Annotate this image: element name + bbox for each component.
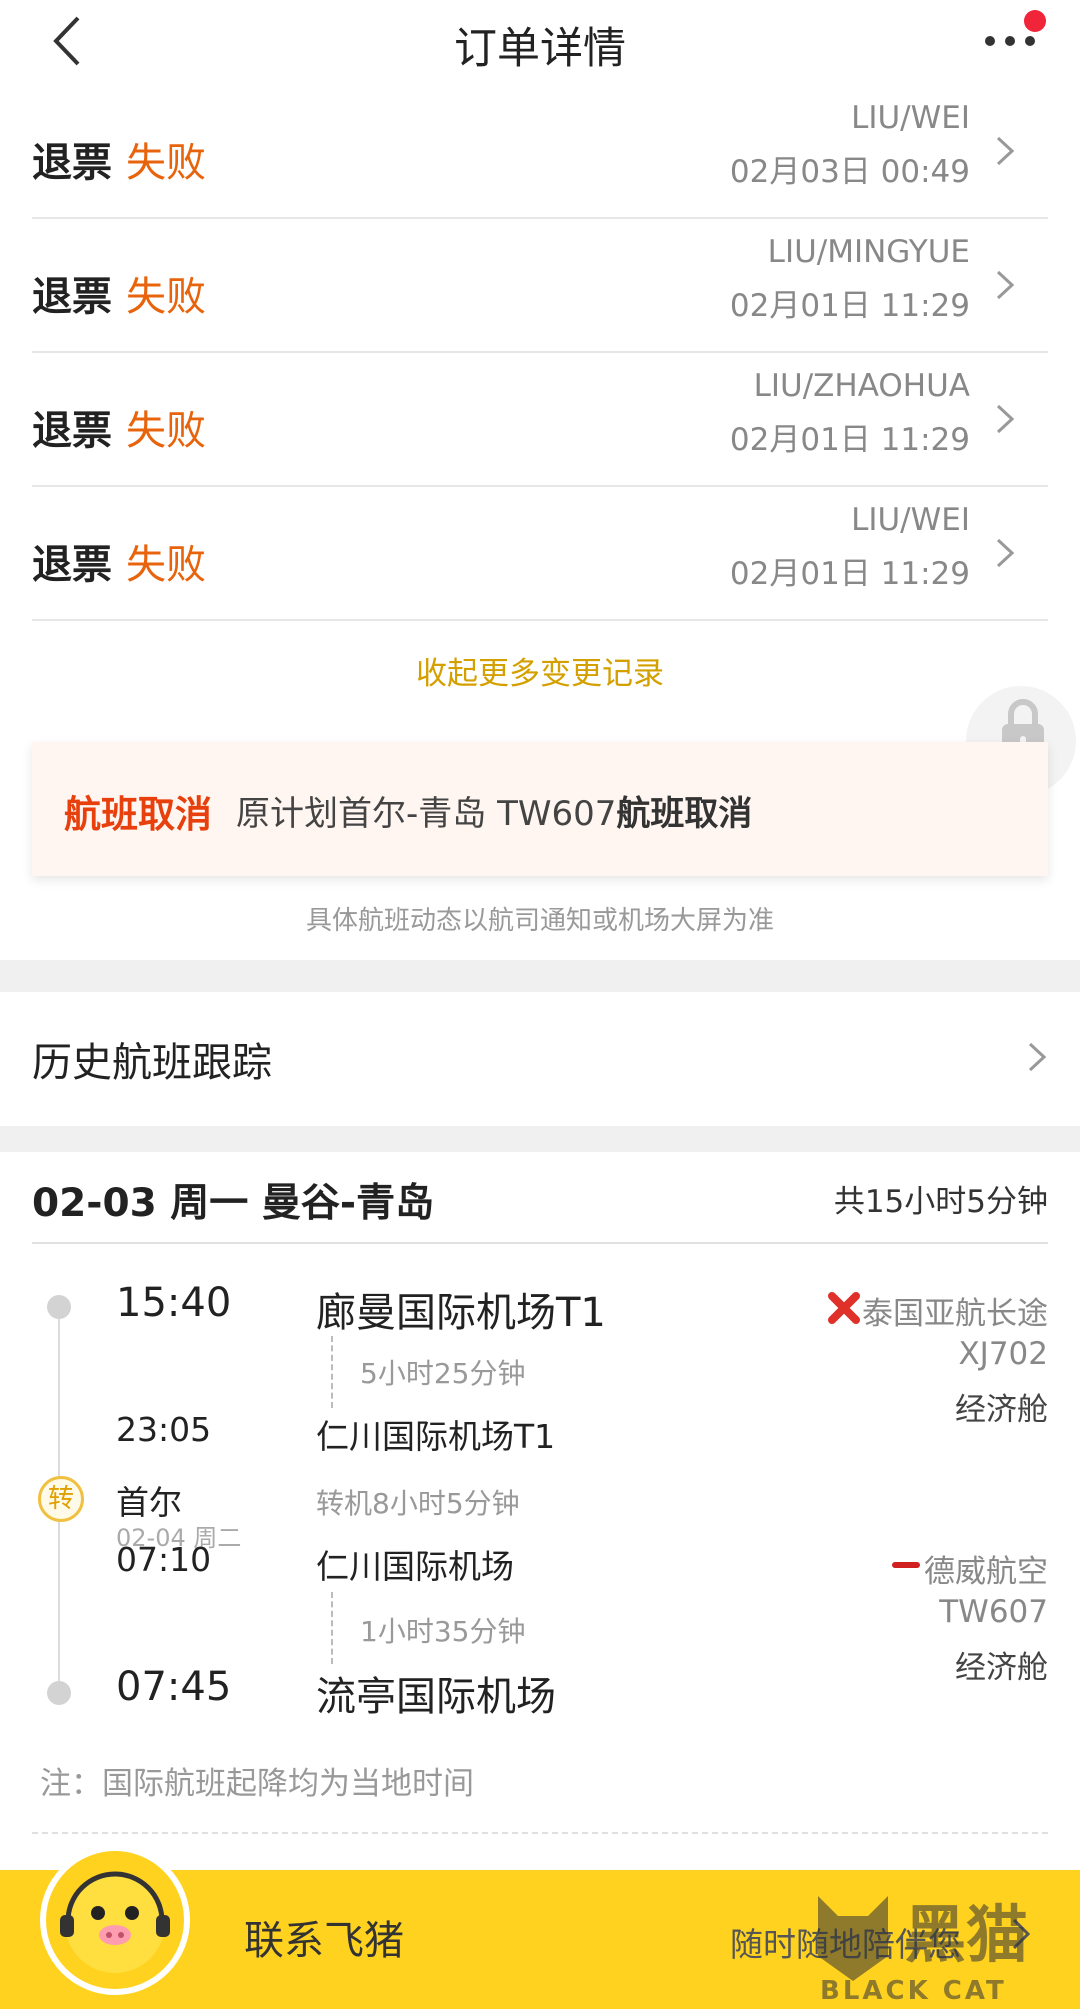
contact-fliggy-label: 联系飞猪 — [244, 1918, 404, 1964]
transfer-duration: 转机8小时5分钟 — [316, 1487, 520, 1520]
airasia-logo-icon — [828, 1292, 860, 1324]
arrival-time: 23:05 — [116, 1410, 212, 1449]
cancel-message: 原计划首尔-青岛 TW607航班取消 — [236, 794, 753, 834]
refund-record-row[interactable]: 退票 失败 LIU/MINGYUE 02月01日 11:29 — [32, 218, 1048, 353]
chevron-right-icon — [996, 538, 1014, 568]
refund-record-row[interactable]: 退票 失败 LIU/WEI 02月03日 00:49 — [32, 84, 1048, 219]
blackcat-logo-icon — [818, 1896, 888, 1981]
chevron-right-icon — [996, 136, 1014, 166]
arrival-airport: 流亭国际机场 — [316, 1674, 556, 1720]
chevron-right-icon — [1028, 1042, 1046, 1072]
record-time: 02月03日 00:49 — [729, 154, 970, 190]
page-title: 订单详情 — [454, 24, 626, 74]
passenger-name: LIU/WEI — [851, 502, 970, 538]
departure-time: 15:40 — [116, 1280, 232, 1326]
cabin-class: 经济舱 — [955, 1392, 1048, 1428]
refund-record-row[interactable]: 退票 失败 LIU/ZHAOHUA 02月01日 11:29 — [32, 352, 1048, 487]
chevron-right-icon — [996, 404, 1014, 434]
tway-logo-icon — [892, 1562, 920, 1568]
watermark-subtext: BLACK CAT — [820, 1976, 1007, 2006]
collapse-records-link[interactable]: 收起更多变更记录 — [0, 648, 1080, 693]
trip-divider — [32, 1242, 1048, 1244]
record-time: 02月01日 11:29 — [729, 556, 970, 592]
passenger-name: LIU/MINGYUE — [767, 234, 970, 270]
top-bar: 订单详情 — [0, 0, 1080, 82]
arrival-time: 07:45 — [116, 1664, 232, 1710]
flight-number: TW607 — [939, 1594, 1048, 1630]
notification-dot — [1024, 10, 1046, 32]
trip-total-duration: 共15小时5分钟 — [833, 1184, 1048, 1220]
chevron-right-icon — [996, 270, 1014, 300]
refund-status: 失败 — [126, 140, 206, 186]
dashed-divider — [32, 1832, 1048, 1834]
refund-label: 退票 — [32, 274, 112, 320]
airline-name: 德威航空 — [924, 1554, 1048, 1590]
notice-footnote: 具体航班动态以航司通知或机场大屏为准 — [305, 906, 774, 936]
refund-label: 退票 — [32, 542, 112, 588]
timeline-start-dot — [47, 1295, 71, 1319]
refund-status: 失败 — [126, 408, 206, 454]
flight-number: XJ702 — [958, 1336, 1048, 1372]
section-divider — [0, 960, 1080, 992]
blackcat-watermark: 黑猫 BLACK CAT — [800, 1880, 1080, 2009]
transfer-icon: 转 — [38, 1476, 84, 1522]
watermark-text: 黑猫 — [904, 1898, 1029, 1971]
passenger-name: LIU/WEI — [851, 100, 970, 136]
flight-duration-line — [331, 1336, 333, 1408]
transfer-city: 首尔 — [116, 1483, 182, 1522]
cabin-class: 经济舱 — [955, 1650, 1048, 1686]
departure-airport: 廊曼国际机场T1 — [316, 1290, 606, 1336]
departure-airport: 仁川国际机场 — [316, 1547, 514, 1586]
passenger-name: LIU/ZHAOHUA — [753, 368, 970, 404]
refund-status: 失败 — [126, 274, 206, 320]
mascot-face-icon — [60, 1871, 170, 1973]
record-time: 02月01日 11:29 — [729, 288, 970, 324]
section-divider — [0, 1126, 1080, 1152]
arrival-airport: 仁川国际机场T1 — [316, 1417, 556, 1456]
record-time: 02月01日 11:29 — [729, 422, 970, 458]
refund-status: 失败 — [126, 542, 206, 588]
history-tracking-label: 历史航班跟踪 — [32, 1040, 272, 1086]
local-time-remark: 注：国际航班起降均为当地时间 — [40, 1766, 474, 1802]
refund-label: 退票 — [32, 408, 112, 454]
cancel-tag: 航班取消 — [64, 793, 212, 836]
refund-label: 退票 — [32, 140, 112, 186]
fliggy-mascot-avatar — [40, 1845, 190, 1995]
flight-cancel-notice: 航班取消 原计划首尔-青岛 TW607航班取消 — [32, 742, 1048, 876]
refund-record-row[interactable]: 退票 失败 LIU/WEI 02月01日 11:29 — [32, 486, 1048, 621]
flight-duration-line — [331, 1592, 333, 1664]
flight-duration: 5小时25分钟 — [360, 1357, 526, 1390]
trip-header: 02-03 周一 曼谷-青岛 — [32, 1181, 435, 1226]
airline-name: 泰国亚航长途 — [862, 1296, 1048, 1332]
timeline-end-dot — [47, 1681, 71, 1705]
flight-duration: 1小时35分钟 — [360, 1615, 526, 1648]
departure-time: 07:10 — [116, 1540, 212, 1579]
